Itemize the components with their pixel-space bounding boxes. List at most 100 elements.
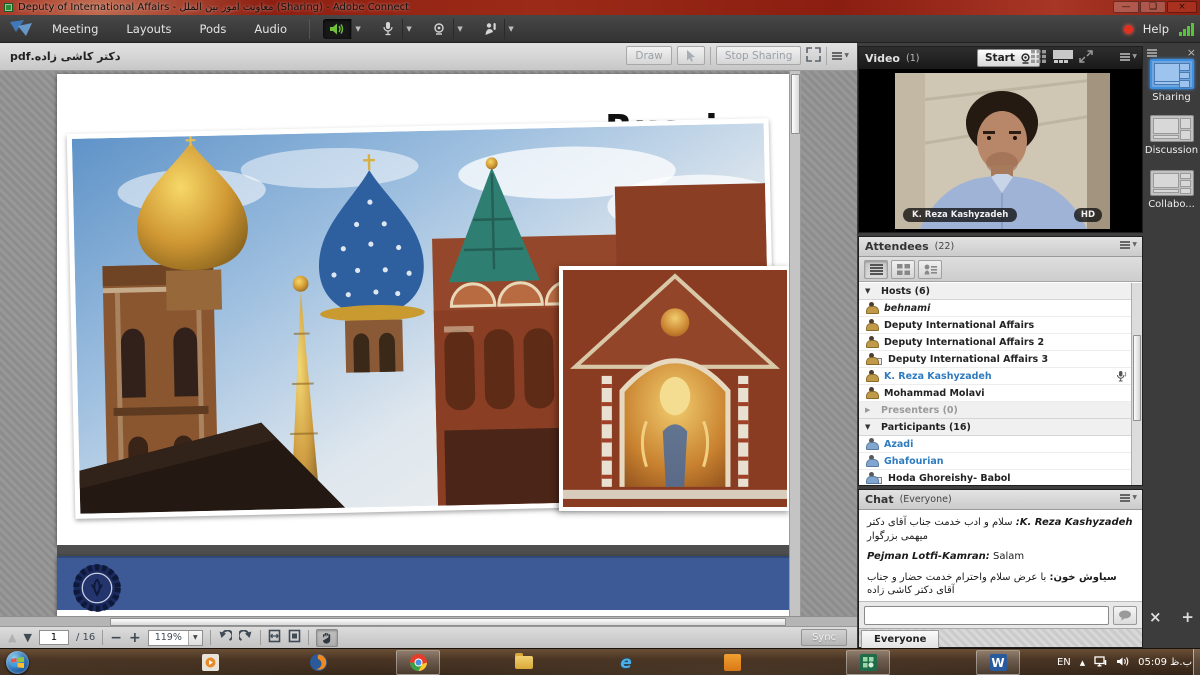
- fit-page-button[interactable]: [288, 629, 301, 646]
- grid-view-icon[interactable]: [1031, 50, 1047, 63]
- page-number-input[interactable]: [39, 630, 69, 645]
- chat-tab-bar: Everyone: [859, 628, 1142, 647]
- clock[interactable]: ب.ظ 05:09: [1138, 657, 1192, 668]
- attendee-row[interactable]: Azadi: [859, 436, 1142, 453]
- start-button[interactable]: [6, 651, 29, 674]
- zoom-out-button[interactable]: −: [110, 630, 122, 646]
- attendee-row[interactable]: Deputy International Affairs 2: [859, 334, 1142, 351]
- video-fullscreen-icon[interactable]: [1079, 50, 1093, 63]
- network-icon[interactable]: [1094, 656, 1107, 670]
- rotate-right-button[interactable]: [239, 630, 253, 646]
- maximize-button[interactable]: ❑: [1140, 1, 1166, 13]
- participant-icon: [865, 455, 878, 467]
- raise-hand-caret[interactable]: ▼: [504, 19, 517, 39]
- layout-discussion-label: Discussion: [1143, 145, 1200, 156]
- attendee-row[interactable]: K. Reza Kashyzadeh: [859, 368, 1142, 385]
- send-message-button[interactable]: [1113, 606, 1137, 625]
- taskbar-explorer-icon[interactable]: [512, 652, 536, 673]
- attendee-row[interactable]: Mohammad Molavi: [859, 385, 1142, 402]
- taskbar-firefox-icon[interactable]: [306, 652, 330, 673]
- attendee-row[interactable]: behnami: [859, 300, 1142, 317]
- webcam-caret[interactable]: ▼: [453, 19, 466, 39]
- rotate-left-button[interactable]: [218, 630, 232, 646]
- close-button[interactable]: ×: [1167, 1, 1197, 13]
- fullscreen-button[interactable]: [806, 47, 821, 65]
- attendee-row[interactable]: Deputy International Affairs: [859, 317, 1142, 334]
- microphone-button[interactable]: ▼: [374, 19, 415, 39]
- menu-icon: [1120, 56, 1130, 58]
- share-content: Russia: [0, 71, 857, 616]
- chat-text: سلام و ادب خدمت جناب آقای دکتر میهمی بزر…: [867, 517, 1013, 542]
- language-indicator[interactable]: EN: [1057, 657, 1071, 668]
- speaker-button[interactable]: ▼: [323, 19, 364, 39]
- minimize-button[interactable]: —: [1113, 1, 1139, 13]
- layouts-close-icon[interactable]: ×: [1187, 46, 1196, 59]
- volume-icon[interactable]: [1116, 656, 1129, 670]
- layout-discussion[interactable]: [1150, 115, 1194, 142]
- menu-pods[interactable]: Pods: [185, 15, 240, 43]
- raise-hand-button[interactable]: ▼: [476, 19, 517, 39]
- taskbar-chrome-icon[interactable]: [406, 652, 430, 673]
- menu-meeting[interactable]: Meeting: [38, 15, 112, 43]
- share-horizontal-scrollbar[interactable]: [0, 616, 857, 626]
- add-layout-icon[interactable]: +: [1181, 608, 1194, 626]
- microphone-icon[interactable]: [374, 19, 402, 39]
- share-pod-menu-button[interactable]: ▼: [832, 52, 849, 59]
- list-view-icon: [870, 264, 883, 275]
- pan-tool-button[interactable]: [316, 629, 338, 647]
- video-pod-menu-button[interactable]: ▼: [1120, 53, 1137, 60]
- taskbar-orange-app-icon[interactable]: [720, 652, 744, 673]
- layouts-menu-icon[interactable]: [1147, 52, 1157, 54]
- fit-width-button[interactable]: [268, 629, 281, 646]
- adobe-connect-window: Deputy of International Affairs - معاونت…: [0, 0, 1200, 675]
- share-vertical-scrollbar[interactable]: [789, 71, 801, 616]
- zoom-in-button[interactable]: +: [129, 630, 141, 646]
- draw-button[interactable]: Draw: [626, 46, 671, 65]
- participants-section-header[interactable]: ▼ Participants (16): [859, 419, 1142, 436]
- video-name-tag: K. Reza Kashyzadeh: [903, 208, 1017, 222]
- layout-collaboration[interactable]: [1150, 170, 1194, 196]
- status-view-button[interactable]: [918, 260, 942, 279]
- list-view-button[interactable]: [864, 260, 888, 279]
- microphone-caret[interactable]: ▼: [402, 19, 415, 39]
- attendee-row[interactable]: Ghafourian: [859, 453, 1142, 470]
- taskbar-ie-icon[interactable]: e: [614, 652, 638, 673]
- sync-button[interactable]: Sync: [801, 629, 847, 646]
- attendees-scrollbar[interactable]: [1131, 283, 1142, 485]
- stop-sharing-button[interactable]: Stop Sharing: [716, 46, 802, 65]
- hosts-section-header[interactable]: ▼ Hosts (6): [859, 283, 1142, 300]
- attendees-scroll-thumb[interactable]: [1133, 335, 1141, 421]
- chat-input[interactable]: [864, 606, 1109, 625]
- delete-layout-icon[interactable]: ×: [1149, 608, 1162, 626]
- presenters-section-header[interactable]: ▶ Presenters (0): [859, 402, 1142, 419]
- zoom-level-dropdown[interactable]: 119% ▼: [148, 630, 203, 646]
- attendees-pod-menu-button[interactable]: ▼: [1120, 241, 1137, 248]
- webcam-button[interactable]: ▼: [425, 19, 466, 39]
- attendee-row[interactable]: Deputy International Affairs 3: [859, 351, 1142, 368]
- chat-pod-menu-button[interactable]: ▼: [1120, 494, 1137, 501]
- page-up-button[interactable]: ▲: [8, 632, 16, 643]
- layout-sharing[interactable]: [1150, 59, 1194, 89]
- menu-audio[interactable]: Audio: [240, 15, 301, 43]
- taskbar-word-icon[interactable]: W: [986, 652, 1010, 673]
- tray-expand-icon[interactable]: ▲: [1080, 659, 1085, 667]
- chat-tab-everyone[interactable]: Everyone: [861, 630, 939, 648]
- share-vertical-scroll-thumb[interactable]: [791, 74, 800, 134]
- breakout-view-button[interactable]: [891, 260, 915, 279]
- taskbar-adobe-connect-icon[interactable]: [856, 652, 880, 673]
- menu-layouts[interactable]: Layouts: [112, 15, 185, 43]
- menu-help[interactable]: Help: [1143, 22, 1169, 36]
- raise-hand-icon[interactable]: [476, 19, 504, 39]
- share-horizontal-scroll-thumb[interactable]: [110, 618, 786, 626]
- webcam-icon[interactable]: [425, 19, 453, 39]
- speaker-caret[interactable]: ▼: [351, 19, 364, 39]
- filmstrip-view-icon[interactable]: [1053, 50, 1073, 63]
- page-down-button[interactable]: ▼: [23, 632, 31, 643]
- show-desktop-button[interactable]: [1193, 649, 1200, 675]
- speaker-icon[interactable]: [323, 19, 351, 39]
- pointer-button[interactable]: [677, 46, 705, 65]
- attendees-toolbar: [859, 257, 1142, 282]
- taskbar-media-player-icon[interactable]: [198, 652, 222, 673]
- zoom-caret-icon[interactable]: ▼: [188, 631, 202, 645]
- attendee-row[interactable]: Hoda Ghoreishy- Babol: [859, 470, 1142, 485]
